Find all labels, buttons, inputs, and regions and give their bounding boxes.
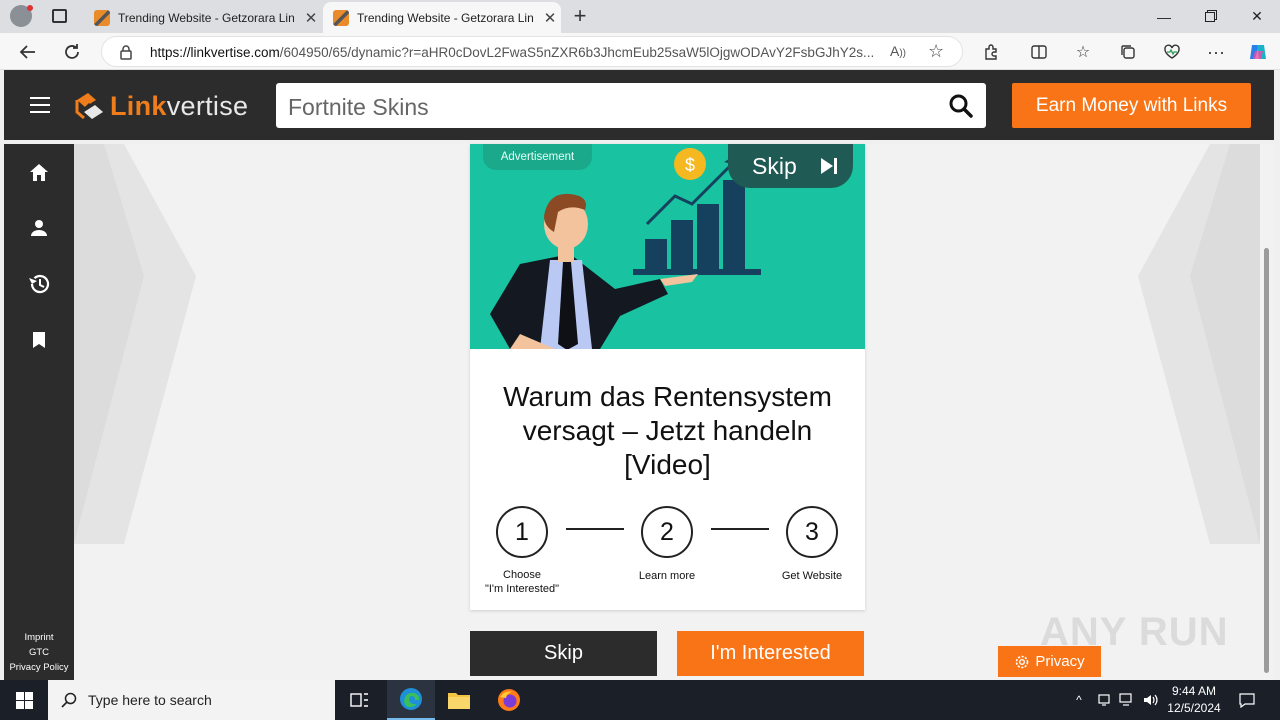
favorite-star-icon[interactable]: ☆	[928, 41, 944, 62]
step-connector	[566, 528, 624, 530]
gtc-link[interactable]: GTC	[4, 647, 74, 658]
search-icon[interactable]	[948, 93, 974, 119]
volume-tray-icon[interactable]	[1142, 691, 1160, 709]
back-arrow-icon	[19, 45, 35, 59]
advertisement-badge: Advertisement	[483, 144, 592, 170]
favorites-icon[interactable]: ☆	[1070, 39, 1096, 65]
gear-icon	[1016, 655, 1029, 668]
step-connector	[711, 528, 769, 530]
new-tab-button[interactable]: +	[568, 4, 592, 28]
firefox-icon	[498, 689, 520, 711]
edge-icon	[400, 688, 422, 710]
browser-essentials-icon[interactable]	[1159, 39, 1185, 65]
read-aloud-icon[interactable]: A))	[890, 43, 906, 59]
split-screen-icon[interactable]	[1026, 39, 1052, 65]
taskbar-clock[interactable]: 9:44 AM 12/5/2024	[1160, 683, 1228, 717]
taskbar-search-placeholder: Type here to search	[88, 692, 212, 708]
privacy-policy-link[interactable]: Privacy Policy	[4, 662, 74, 673]
tab-active[interactable]: Trending Website - Getzorara Lin ✕	[323, 2, 561, 33]
url-host: https://linkvertise.com	[150, 45, 280, 60]
settings-more-icon[interactable]: ···	[1203, 39, 1229, 65]
folder-icon	[448, 693, 470, 709]
web-page: Linkvertise Fortnite Skins Earn Money wi…	[4, 70, 1274, 680]
minimize-button[interactable]: —	[1141, 0, 1187, 33]
sidebar: Imprint GTC Privacy Policy	[4, 144, 74, 680]
step-1-label: Choose "I'm Interested"	[484, 569, 560, 595]
task-view-button[interactable]	[336, 680, 384, 720]
home-icon[interactable]	[27, 160, 51, 184]
svg-text:$: $	[685, 155, 695, 175]
bookmark-icon[interactable]	[27, 328, 51, 352]
step-3-circle: 3	[786, 506, 838, 558]
page-scrollbar-thumb[interactable]	[1264, 248, 1269, 673]
step-2-label: Learn more	[638, 570, 696, 582]
tab-title: Trending Website - Getzorara Lin	[118, 10, 295, 25]
copilot-icon[interactable]	[1245, 39, 1271, 65]
background-chevron-left	[74, 144, 196, 544]
tray-overflow-icon[interactable]: ^	[1070, 691, 1088, 709]
step-3-label: Get Website	[781, 570, 843, 582]
taskbar-file-explorer-app[interactable]	[435, 680, 483, 720]
back-button[interactable]	[14, 38, 42, 66]
imprint-link[interactable]: Imprint	[4, 632, 74, 643]
ad-card: $ Advertisement Skip Warum das Rentensys…	[470, 144, 865, 610]
close-window-button[interactable]: ✕	[1234, 0, 1280, 33]
network-tray-icon[interactable]	[1095, 691, 1113, 709]
skip-next-icon	[820, 158, 837, 174]
clock-time: 9:44 AM	[1171, 684, 1217, 698]
ad-skip-label: Skip	[752, 152, 797, 179]
menu-hamburger-icon[interactable]	[30, 97, 50, 113]
linkvertise-logo[interactable]: Linkvertise	[74, 88, 248, 124]
privacy-settings-button[interactable]: Privacy	[998, 646, 1101, 677]
address-bar[interactable]: https://linkvertise.com/604950/65/dynami…	[101, 36, 963, 67]
tab-inactive[interactable]: Trending Website - Getzorara Lin ✕	[84, 2, 322, 33]
step-2-circle: 2	[641, 506, 693, 558]
close-tab-icon[interactable]: ✕	[539, 9, 561, 27]
earn-money-button[interactable]: Earn Money with Links	[1012, 83, 1251, 128]
ad-banner-image[interactable]: $ Advertisement Skip	[470, 144, 865, 349]
windows-taskbar: Type here to search ^ 9:44 AM 12/5/2024	[0, 680, 1280, 720]
search-query[interactable]: Fortnite Skins	[288, 94, 429, 121]
linkvertise-favicon-icon	[94, 9, 110, 26]
close-tab-icon[interactable]: ✕	[300, 9, 322, 27]
url-text[interactable]: https://linkvertise.com/604950/65/dynami…	[150, 45, 890, 60]
ad-skip-button[interactable]: Skip	[728, 144, 853, 188]
tab-actions-icon[interactable]	[52, 9, 67, 23]
windows-logo-icon	[15, 691, 33, 709]
step-1-circle: 1	[496, 506, 548, 558]
refresh-icon	[65, 44, 79, 59]
site-header: Linkvertise Fortnite Skins Earn Money wi…	[4, 70, 1274, 140]
url-path: /604950/65/dynamic?r=aHR0cDovL2FwaS5nZXR…	[279, 45, 875, 60]
history-icon[interactable]	[27, 272, 51, 296]
clock-date: 12/5/2024	[1167, 701, 1221, 715]
privacy-label: Privacy	[1035, 653, 1085, 670]
taskbar-edge-app[interactable]	[387, 680, 435, 720]
skip-button[interactable]: Skip	[470, 631, 657, 676]
refresh-button[interactable]	[58, 38, 86, 66]
restore-button[interactable]	[1187, 0, 1233, 33]
logo-wordmark: Linkvertise	[110, 90, 249, 121]
linkvertise-favicon-icon	[333, 9, 349, 26]
search-input[interactable]: Fortnite Skins	[276, 83, 986, 128]
user-icon[interactable]	[27, 216, 51, 240]
taskbar-search-box[interactable]: Type here to search	[48, 680, 335, 720]
start-button[interactable]	[0, 680, 48, 720]
lock-icon[interactable]	[119, 45, 133, 60]
browser-tab-strip: Trending Website - Getzorara Lin ✕ Trend…	[0, 0, 1280, 33]
ad-headline: Warum das Rentensystem versagt – Jetzt h…	[503, 381, 832, 480]
notifications-icon[interactable]	[1238, 691, 1256, 709]
logo-mark-icon	[74, 90, 106, 122]
profile-avatar[interactable]	[10, 5, 33, 27]
background-chevron-right	[1138, 144, 1260, 544]
extensions-icon[interactable]	[978, 39, 1004, 65]
collections-icon[interactable]	[1115, 39, 1141, 65]
search-icon	[61, 692, 77, 708]
ethernet-tray-icon[interactable]	[1118, 691, 1136, 709]
im-interested-button[interactable]: I'm Interested	[677, 631, 864, 676]
browser-toolbar: https://linkvertise.com/604950/65/dynami…	[0, 33, 1280, 70]
task-view-icon	[350, 693, 368, 707]
taskbar-firefox-app[interactable]	[485, 680, 533, 720]
tab-title: Trending Website - Getzorara Lin	[357, 10, 534, 25]
